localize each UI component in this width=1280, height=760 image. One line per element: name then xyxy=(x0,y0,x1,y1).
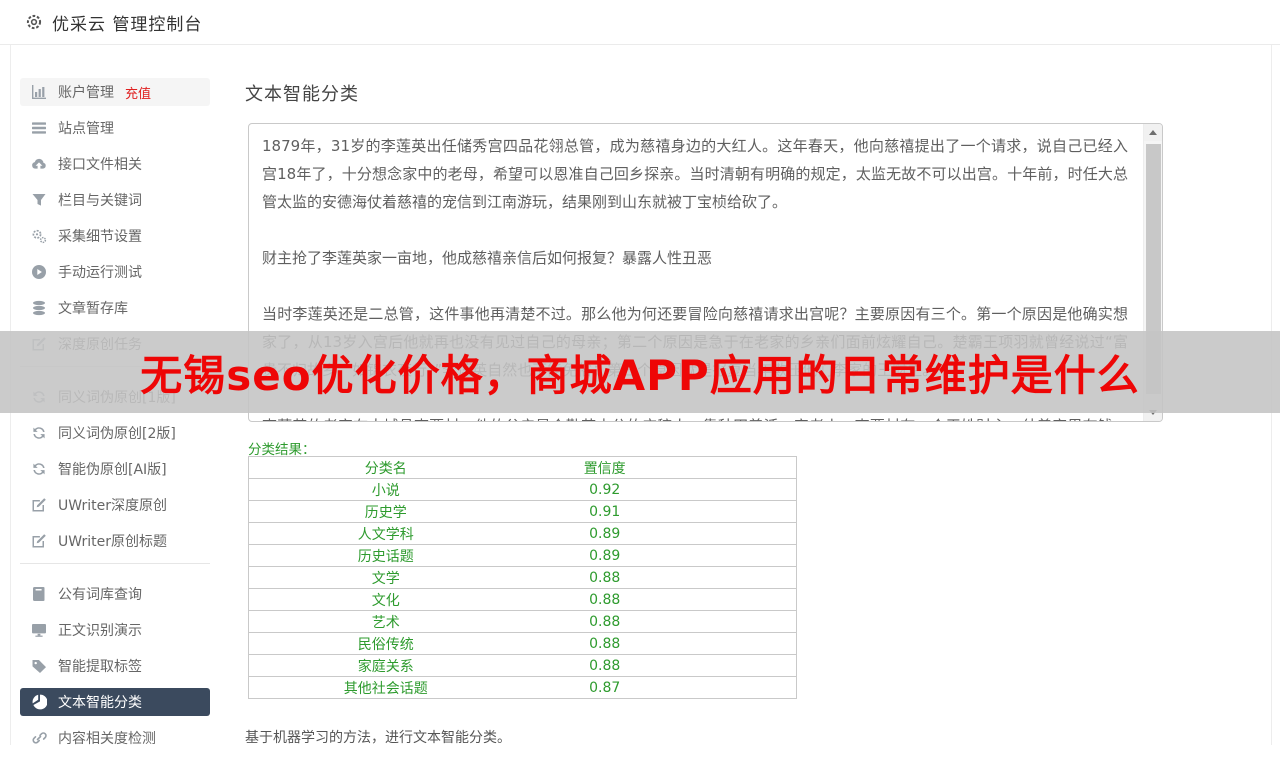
watermark-banner: 无锡seo优化价格，商城APP应用的日常维护是什么 xyxy=(0,331,1280,413)
cogs-icon xyxy=(30,228,47,245)
table-header-row: 分类名 置信度 xyxy=(249,457,797,479)
sidebar-item-label: 智能提取标签 xyxy=(58,656,142,676)
table-row: 历史学0.91 xyxy=(249,501,797,523)
confidence-cell: 0.91 xyxy=(523,501,687,523)
watermark-text: 无锡seo优化价格，商城APP应用的日常维护是什么 xyxy=(140,342,1139,403)
table-row: 文学0.88 xyxy=(249,567,797,589)
category-cell: 家庭关系 xyxy=(249,655,523,677)
table-row: 其他社会话题0.87 xyxy=(249,677,797,699)
pie-chart-icon xyxy=(30,694,47,711)
table-row: 家庭关系0.88 xyxy=(249,655,797,677)
table-row: 文化0.88 xyxy=(249,589,797,611)
link-icon xyxy=(30,730,47,747)
cloud-upload-icon xyxy=(30,156,47,173)
sidebar-item-ai-rewrite[interactable]: 智能伪原创[AI版] xyxy=(20,455,210,483)
sidebar-item-article-storage[interactable]: 文章暂存库 xyxy=(20,294,210,322)
paragraph: 李莲英的老家在大城县李贾村，他的父亲是个勤劳本分的庄稼人，靠种田养活一家老小。李… xyxy=(262,412,1128,422)
page-title: 文本智能分类 xyxy=(245,80,359,106)
category-cell: 小说 xyxy=(249,479,523,501)
sidebar-item-label: 站点管理 xyxy=(58,118,114,138)
sidebar-item-label: 同义词伪原创[2版] xyxy=(58,423,176,443)
list-icon xyxy=(30,120,47,137)
edit-icon xyxy=(30,497,47,514)
classification-results-table: 分类名 置信度 小说0.92 历史学0.91 人文学科0.89 历史话题0.89… xyxy=(248,456,797,699)
footer-note: 基于机器学习的方法，进行文本智能分类。 xyxy=(245,727,511,747)
recharge-badge[interactable]: 充值 xyxy=(125,83,151,102)
confidence-cell: 0.88 xyxy=(523,611,687,633)
sidebar-item-uwriter-deep-original[interactable]: UWriter深度原创 xyxy=(20,491,210,519)
column-header-category: 分类名 xyxy=(249,457,523,479)
bar-chart-icon xyxy=(30,84,47,101)
confidence-cell: 0.88 xyxy=(523,655,687,677)
category-cell: 艺术 xyxy=(249,611,523,633)
sidebar-item-label: 文章暂存库 xyxy=(58,298,128,318)
column-header-empty xyxy=(687,457,797,479)
sidebar-item-label: 接口文件相关 xyxy=(58,154,142,174)
book-icon xyxy=(30,586,47,603)
sidebar-item-account[interactable]: 账户管理 充值 xyxy=(20,78,210,106)
table-row: 小说0.92 xyxy=(249,479,797,501)
sidebar-item-label: 智能伪原创[AI版] xyxy=(58,459,167,479)
paragraph: 1879年，31岁的李莲英出任储秀宫四品花翎总管，成为慈禧身边的大红人。这年春天… xyxy=(262,132,1128,216)
app-title: 优采云 管理控制台 xyxy=(52,10,202,35)
sidebar-item-collection-settings[interactable]: 采集细节设置 xyxy=(20,222,210,250)
confidence-cell: 0.88 xyxy=(523,633,687,655)
confidence-cell: 0.89 xyxy=(523,523,687,545)
sidebar-item-uwriter-original-title[interactable]: UWriter原创标题 xyxy=(20,527,210,555)
category-cell: 其他社会话题 xyxy=(249,677,523,699)
category-cell: 文学 xyxy=(249,567,523,589)
sidebar-item-label: 内容相关度检测 xyxy=(58,728,156,748)
category-cell: 历史学 xyxy=(249,501,523,523)
sidebar-item-label: 账户管理 xyxy=(58,82,114,102)
refresh-icon xyxy=(30,425,47,442)
sidebar-item-body-recognition-demo[interactable]: 正文识别演示 xyxy=(20,616,210,644)
sidebar-item-sites[interactable]: 站点管理 xyxy=(20,114,210,142)
tag-icon xyxy=(30,658,47,675)
column-header-confidence: 置信度 xyxy=(523,457,687,479)
triangle-up-icon xyxy=(1149,130,1157,135)
database-icon xyxy=(30,300,47,317)
sidebar-divider xyxy=(20,563,210,564)
funnel-icon xyxy=(30,192,47,209)
monitor-icon xyxy=(30,622,47,639)
confidence-cell: 0.92 xyxy=(523,479,687,501)
sidebar-item-label: 文本智能分类 xyxy=(58,692,142,712)
sidebar-item-smart-tag-extraction[interactable]: 智能提取标签 xyxy=(20,652,210,680)
sidebar: 账户管理 充值 站点管理 接口文件相关 栏目与关键词 采集细节设置 手动运行测试 xyxy=(20,78,210,760)
category-cell: 文化 xyxy=(249,589,523,611)
sidebar-item-interface-files[interactable]: 接口文件相关 xyxy=(20,150,210,178)
sidebar-item-public-lexicon[interactable]: 公有词库查询 xyxy=(20,580,210,608)
sidebar-item-label: 公有词库查询 xyxy=(58,584,142,604)
category-cell: 民俗传统 xyxy=(249,633,523,655)
confidence-cell: 0.89 xyxy=(523,545,687,567)
sidebar-item-columns-keywords[interactable]: 栏目与关键词 xyxy=(20,186,210,214)
sidebar-item-label: 手动运行测试 xyxy=(58,262,142,282)
gear-icon xyxy=(25,13,43,31)
confidence-cell: 0.88 xyxy=(523,567,687,589)
table-row: 艺术0.88 xyxy=(249,611,797,633)
sidebar-item-label: UWriter原创标题 xyxy=(58,531,167,551)
refresh-icon xyxy=(30,461,47,478)
category-cell: 人文学科 xyxy=(249,523,523,545)
app-header: 优采云 管理控制台 xyxy=(0,0,1280,45)
table-row: 人文学科0.89 xyxy=(249,523,797,545)
sidebar-item-text-classification[interactable]: 文本智能分类 xyxy=(20,688,210,716)
paragraph: 财主抢了李莲英家一亩地，他成慈禧亲信后如何报复？暴露人性丑恶 xyxy=(262,244,1128,272)
table-row: 民俗传统0.88 xyxy=(249,633,797,655)
category-cell: 历史话题 xyxy=(249,545,523,567)
table-row: 历史话题0.89 xyxy=(249,545,797,567)
edit-icon xyxy=(30,533,47,550)
scroll-up-button[interactable] xyxy=(1144,124,1162,141)
play-circle-icon xyxy=(30,264,47,281)
sidebar-item-content-relevance[interactable]: 内容相关度检测 xyxy=(20,724,210,752)
results-label: 分类结果： xyxy=(248,438,316,458)
confidence-cell: 0.87 xyxy=(523,677,687,699)
sidebar-item-label: 栏目与关键词 xyxy=(58,190,142,210)
sidebar-item-label: 正文识别演示 xyxy=(58,620,142,640)
sidebar-item-label: UWriter深度原创 xyxy=(58,495,167,515)
sidebar-item-synonym-rewrite-v2[interactable]: 同义词伪原创[2版] xyxy=(20,419,210,447)
sidebar-item-label: 采集细节设置 xyxy=(58,226,142,246)
sidebar-item-manual-run-test[interactable]: 手动运行测试 xyxy=(20,258,210,286)
confidence-cell: 0.88 xyxy=(523,589,687,611)
